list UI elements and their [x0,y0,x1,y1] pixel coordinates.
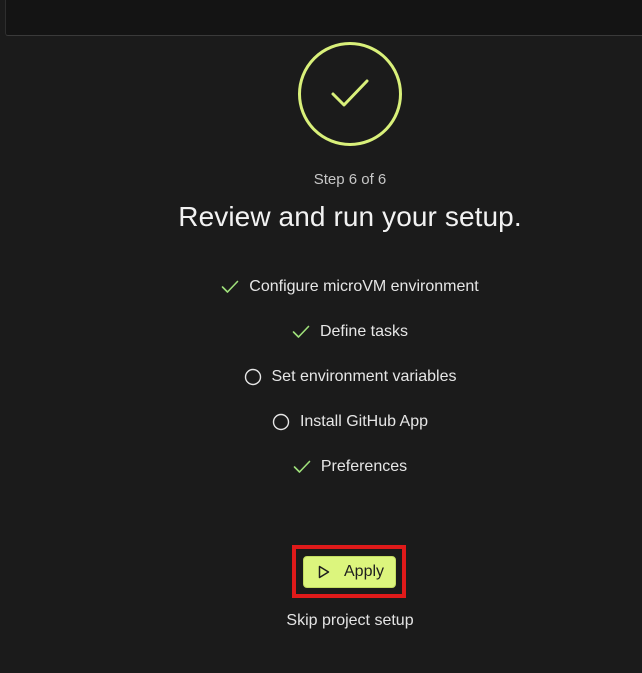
checklist-item-label: Configure microVM environment [249,278,479,295]
checklist-item-preferences: Preferences [0,456,642,501]
top-bar [5,0,642,36]
setup-checklist: Configure microVM environment Define tas… [0,276,642,501]
apply-button-label: Apply [344,563,385,580]
checklist-item-github-app: Install GitHub App [0,411,642,456]
empty-circle-icon [244,368,262,386]
success-check-ring [298,42,402,146]
checklist-item-environment-variables: Set environment variables [0,366,642,411]
checklist-item-label: Define tasks [319,323,409,340]
play-icon [318,565,330,579]
skip-project-setup-link[interactable]: Skip project setup [0,612,642,630]
empty-circle-icon [272,413,290,431]
checklist-item-label: Preferences [320,458,408,475]
checklist-item-define-tasks: Define tasks [0,321,642,366]
setup-review-page: Step 6 of 6 Review and run your setup. C… [0,0,642,673]
checklist-item-label: Set environment variables [271,368,457,385]
check-icon [221,278,239,296]
page-title: Review and run your setup. [178,201,522,232]
checklist-item-configure-microvm: Configure microVM environment [0,276,642,321]
large-check-icon [331,79,369,107]
apply-button[interactable]: Apply [303,556,396,588]
checklist-item-label: Install GitHub App [299,413,429,430]
step-indicator: Step 6 of 6 [313,171,387,188]
check-icon [292,323,310,341]
check-icon [293,458,311,476]
